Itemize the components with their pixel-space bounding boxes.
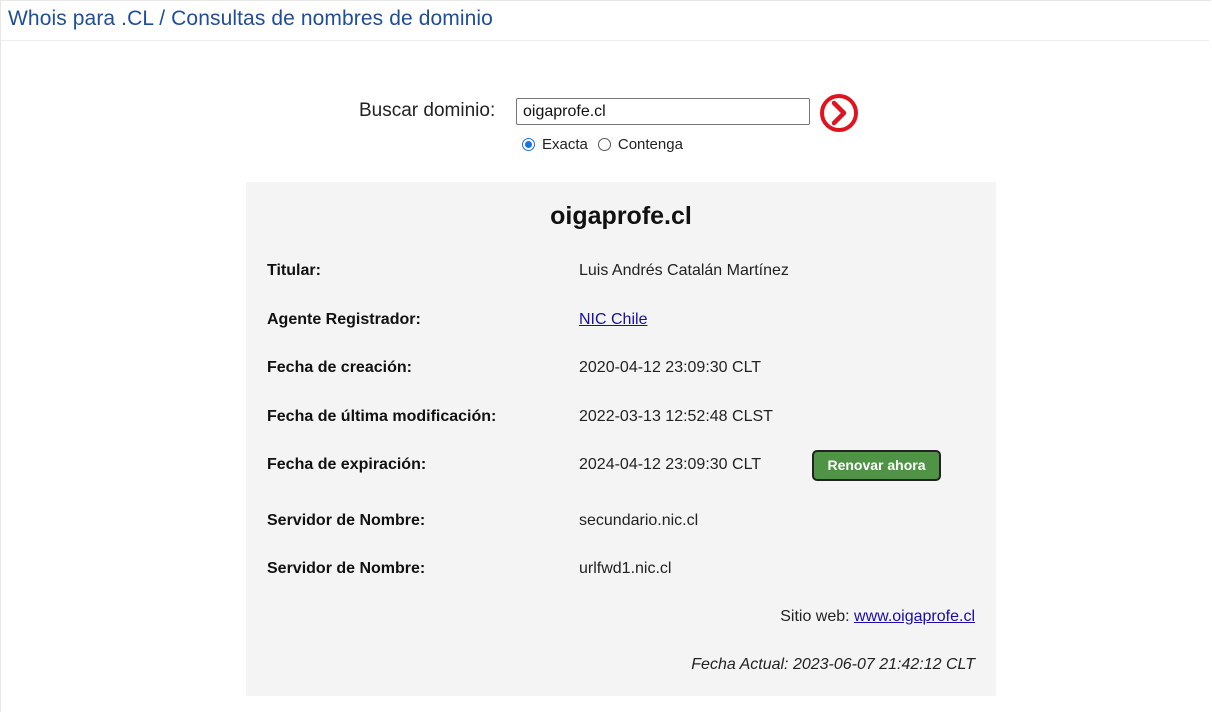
top-border	[1, 0, 1211, 1]
nameserver-label-2: Servidor de Nombre:	[267, 560, 426, 577]
website-link[interactable]: www.oigaprofe.cl	[854, 608, 975, 625]
website-label: Sitio web:	[780, 608, 850, 625]
domain-search-input[interactable]	[516, 98, 810, 125]
header-divider	[1, 40, 1209, 41]
search-mode-options: Exacta Contenga	[522, 136, 693, 153]
search-mode-exact[interactable]: Exacta	[522, 136, 588, 153]
website-line: Sitio web: www.oigaprofe.cl	[780, 608, 975, 626]
domain-name-heading: oigaprofe.cl	[550, 202, 692, 230]
nameserver-value-2: urlfwd1.nic.cl	[579, 560, 672, 577]
expiration-date-value: 2024-04-12 23:09:30 CLT	[579, 456, 762, 473]
registrar-value: NIC Chile	[579, 311, 647, 329]
modified-date-value: 2022-03-13 12:52:48 CLST	[579, 408, 773, 425]
whois-result-panel: oigaprofe.cl Titular: Luis Andrés Catalá…	[246, 182, 996, 696]
search-mode-contains[interactable]: Contenga	[597, 136, 683, 153]
arrow-right-circle-icon	[820, 94, 858, 132]
radio-exact[interactable]	[522, 138, 535, 151]
creation-date-value: 2020-04-12 23:09:30 CLT	[579, 359, 762, 376]
titular-value: Luis Andrés Catalán Martínez	[579, 262, 789, 279]
nameserver-value-1: secundario.nic.cl	[579, 512, 699, 529]
search-submit-button[interactable]	[819, 93, 859, 133]
modified-date-label: Fecha de última modificación:	[267, 408, 497, 425]
renew-now-button[interactable]: Renovar ahora	[812, 450, 941, 481]
creation-date-label: Fecha de creación:	[267, 359, 412, 376]
expiration-date-label: Fecha de expiración:	[267, 456, 427, 473]
current-date: Fecha Actual: 2023-06-07 21:42:12 CLT	[691, 656, 975, 673]
radio-exact-label: Exacta	[542, 136, 588, 153]
search-label: Buscar dominio:	[359, 100, 496, 121]
registrar-link[interactable]: NIC Chile	[579, 311, 647, 328]
radio-contains[interactable]	[597, 138, 611, 151]
titular-label: Titular:	[267, 262, 321, 279]
nameserver-label-1: Servidor de Nombre:	[267, 512, 426, 529]
radio-contains-label: Contenga	[617, 136, 683, 153]
whois-page: Whois para .CL / Consultas de nombres de…	[0, 0, 1212, 712]
page-title: Whois para .CL / Consultas de nombres de…	[8, 7, 493, 30]
registrar-label: Agente Registrador:	[267, 311, 421, 328]
